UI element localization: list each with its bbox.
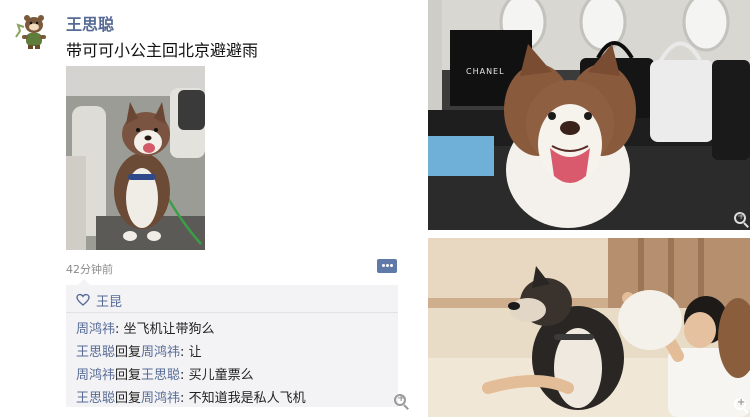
- post-author-name[interactable]: 王思聪: [66, 11, 114, 35]
- commenter-name[interactable]: 周鸿祎: [76, 368, 115, 383]
- commenter-name[interactable]: 王思聪: [76, 345, 115, 360]
- heart-icon: [76, 293, 90, 306]
- zoom-in-icon[interactable]: [734, 397, 750, 414]
- avatar[interactable]: [10, 9, 52, 51]
- photo-dog-in-cabin[interactable]: CHANEL: [428, 0, 750, 230]
- divider: [420, 0, 428, 417]
- divider: [66, 312, 398, 313]
- comment-text: 让: [188, 345, 202, 360]
- comment-item[interactable]: 周鸿祎: 坐飞机让带狗么: [76, 318, 215, 337]
- like-user-name[interactable]: 王昆: [96, 291, 122, 310]
- photo-dog-with-man[interactable]: [428, 238, 750, 417]
- comment-icon[interactable]: [377, 259, 397, 273]
- likes-row: 王昆: [76, 291, 122, 310]
- divider: [428, 230, 750, 238]
- reply-target-name[interactable]: 周鸿祎: [141, 391, 180, 406]
- comment-text: 买儿童票么: [188, 368, 254, 383]
- post-timestamp: 42分钟前: [66, 263, 113, 276]
- post-caption: 带可可小公主回北京避避雨: [66, 41, 259, 60]
- zoom-in-icon[interactable]: [394, 393, 410, 410]
- bag-brand-text: CHANEL: [466, 67, 505, 76]
- avatar-bear-icon: [10, 9, 52, 51]
- moments-post: 王思聪 带可可小公主回北京避避雨 42分钟前 王昆 周鸿祎: 坐飞机让带狗么 王…: [0, 0, 420, 417]
- commenter-name[interactable]: 王思聪: [76, 391, 115, 406]
- comment-text: 不知道我是私人飞机: [188, 391, 306, 406]
- comment-item[interactable]: 王思聪回复周鸿祎: 不知道我是私人飞机: [76, 387, 306, 406]
- commenter-name[interactable]: 周鸿祎: [76, 322, 115, 337]
- comment-item[interactable]: 王思聪回复周鸿祎: 让: [76, 341, 202, 360]
- zoom-in-icon[interactable]: [734, 211, 750, 228]
- post-photo-dog-in-jet[interactable]: [66, 66, 205, 250]
- reply-target-name[interactable]: 王思聪: [141, 368, 180, 383]
- reply-target-name[interactable]: 周鸿祎: [141, 345, 180, 360]
- comment-text: 坐飞机让带狗么: [123, 322, 215, 337]
- comment-area: 王昆 周鸿祎: 坐飞机让带狗么 王思聪回复周鸿祎: 让 周鸿祎回复王思聪: 买儿…: [66, 279, 398, 407]
- comment-item[interactable]: 周鸿祎回复王思聪: 买儿童票么: [76, 364, 254, 383]
